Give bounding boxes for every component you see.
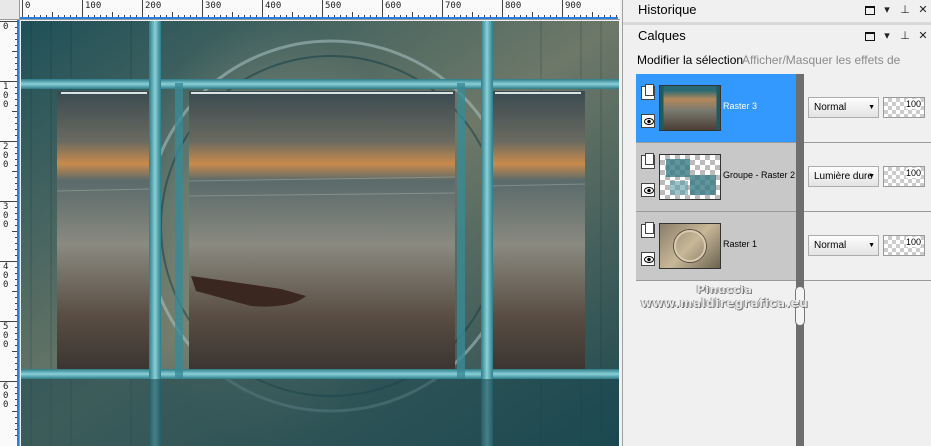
ruler-label: 100 bbox=[3, 82, 9, 110]
pin-icon[interactable]: ⊥ bbox=[899, 3, 911, 17]
ruler-label: 700 bbox=[445, 1, 462, 11]
eye-icon[interactable] bbox=[641, 183, 655, 197]
dropdown-arrow-icon: ▼ bbox=[868, 104, 875, 111]
ruler-label: 0 bbox=[3, 22, 9, 32]
opacity-input[interactable]: 100 bbox=[883, 97, 925, 118]
close-icon[interactable]: ✕ bbox=[917, 29, 929, 43]
layer-properties: Lumière dure ▼ 100 bbox=[798, 143, 931, 212]
ruler-label: 200 bbox=[145, 1, 162, 11]
dropdown-arrow-icon[interactable]: ▾ bbox=[881, 29, 893, 43]
ruler-label: 100 bbox=[85, 1, 102, 11]
layer-item-groupe-raster-2[interactable]: Groupe - Raster 2 bbox=[636, 143, 798, 212]
layers-toolbar: Modifier la sélection Afficher/Masquer l… bbox=[631, 49, 931, 89]
eye-icon[interactable] bbox=[641, 114, 655, 128]
opacity-input[interactable]: 100 bbox=[883, 166, 925, 187]
layer-name: Raster 3 bbox=[723, 101, 758, 111]
ruler-label: 900 bbox=[565, 1, 582, 11]
eye-icon[interactable] bbox=[641, 252, 655, 266]
blend-mode-select[interactable]: Lumière dure ▼ bbox=[808, 166, 879, 187]
layer-item-raster-1[interactable]: Raster 1 bbox=[636, 212, 798, 281]
layer-thumbnail bbox=[659, 85, 721, 131]
layers-scrollbar-thumb[interactable] bbox=[795, 286, 805, 326]
layer-properties: Normal ▼ 100 bbox=[798, 74, 931, 143]
dropdown-arrow-icon[interactable]: ▾ bbox=[881, 3, 893, 17]
ruler-canvas-marker bbox=[20, 17, 618, 19]
layer-type-icon bbox=[641, 84, 655, 100]
layer-thumbnail bbox=[659, 223, 721, 269]
layer-name: Raster 1 bbox=[723, 239, 758, 249]
ruler-canvas-marker bbox=[17, 20, 19, 446]
vertical-ruler[interactable]: 0 100 200 300 400 500 600 bbox=[0, 20, 20, 446]
canvas-artwork bbox=[21, 21, 619, 446]
canvas-area: 0 100 200 300 400 500 600 700 800 900 0 100 200 300 4… bbox=[0, 0, 623, 446]
opacity-value: 100 bbox=[905, 168, 921, 178]
opacity-value: 100 bbox=[905, 237, 921, 247]
blend-mode-value: Normal bbox=[814, 240, 847, 251]
ruler-label: 500 bbox=[3, 322, 9, 350]
application-window: 0 100 200 300 400 500 600 700 800 900 0 100 200 300 4… bbox=[0, 0, 931, 446]
history-panel-title: Historique bbox=[638, 2, 697, 17]
horizontal-ruler[interactable]: 0 100 200 300 400 500 600 700 800 900 bbox=[20, 0, 620, 20]
image-canvas[interactable] bbox=[21, 21, 619, 446]
ruler-label: 500 bbox=[325, 1, 342, 11]
layer-thumbnail bbox=[659, 154, 721, 200]
ruler-label: 300 bbox=[3, 202, 9, 230]
blend-mode-select[interactable]: Normal ▼ bbox=[808, 97, 879, 118]
layer-row-groupe-raster-2[interactable]: Groupe - Raster 2 Lumière dure ▼ 100 bbox=[636, 143, 931, 212]
group-layer-icon[interactable] bbox=[641, 153, 655, 169]
opacity-input[interactable]: 100 bbox=[883, 235, 925, 256]
layer-item-raster-3[interactable]: Raster 3 bbox=[636, 74, 798, 143]
ruler-label: 200 bbox=[3, 142, 9, 170]
layers-panel-title: Calques bbox=[638, 28, 686, 43]
dropdown-arrow-icon: ▼ bbox=[868, 242, 875, 249]
blend-mode-select[interactable]: Normal ▼ bbox=[808, 235, 879, 256]
ruler-label: 800 bbox=[505, 1, 522, 11]
maximize-icon[interactable] bbox=[865, 6, 875, 15]
pin-icon[interactable]: ⊥ bbox=[899, 29, 911, 43]
layer-row-raster-3[interactable]: Raster 3 Normal ▼ 100 bbox=[636, 74, 931, 143]
ruler-label: 400 bbox=[3, 262, 9, 290]
dropdown-arrow-icon: ▼ bbox=[868, 173, 875, 180]
ruler-label: 400 bbox=[265, 1, 282, 11]
blend-mode-value: Lumière dure bbox=[814, 171, 873, 182]
ruler-corner bbox=[0, 0, 20, 20]
ruler-label: 300 bbox=[205, 1, 222, 11]
layer-properties: Normal ▼ 100 bbox=[798, 212, 931, 281]
ruler-label: 0 bbox=[25, 1, 31, 11]
history-panel-header[interactable]: Historique ▾ ⊥ ✕ bbox=[631, 0, 931, 22]
blend-mode-value: Normal bbox=[814, 102, 847, 113]
close-icon[interactable]: ✕ bbox=[917, 3, 929, 17]
layers-list: Raster 3 Normal ▼ 100 Groupe - Raster 2 … bbox=[636, 74, 931, 446]
layer-type-icon bbox=[641, 222, 655, 238]
ruler-label: 600 bbox=[385, 1, 402, 11]
layer-row-raster-1[interactable]: Raster 1 Normal ▼ 100 bbox=[636, 212, 931, 281]
layers-panel-header[interactable]: Calques ▾ ⊥ ✕ bbox=[631, 26, 931, 48]
layer-name: Groupe - Raster 2 bbox=[723, 170, 796, 180]
modify-selection-button[interactable]: Modifier la sélection bbox=[637, 49, 743, 71]
layers-scrollbar[interactable] bbox=[796, 74, 804, 446]
ruler-label: 600 bbox=[3, 382, 9, 410]
panel-divider bbox=[623, 22, 931, 25]
maximize-icon[interactable] bbox=[865, 32, 875, 41]
opacity-value: 100 bbox=[905, 99, 921, 109]
